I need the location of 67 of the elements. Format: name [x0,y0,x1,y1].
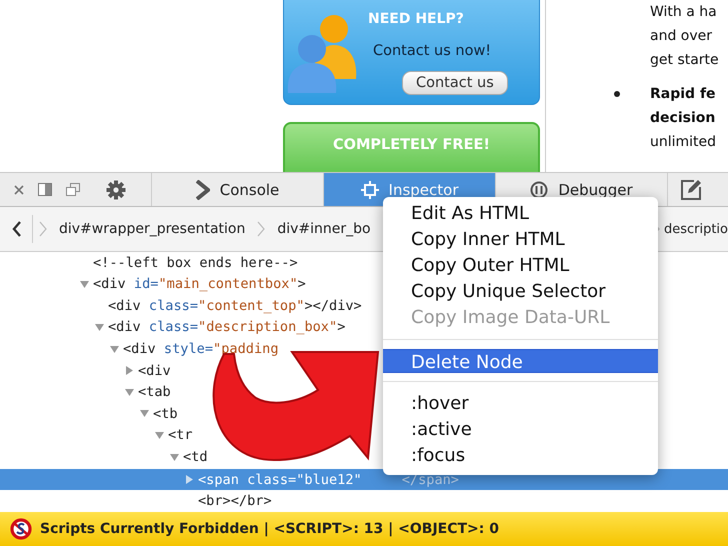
pause-icon [530,180,548,199]
node-markup: <tb [153,406,178,422]
breadcrumb[interactable]: div#wrapper_presentation [47,221,258,238]
node-markup: <div style="padding [123,341,279,358]
tree-node[interactable]: <br></br> [0,490,276,512]
menu-item[interactable]: Copy Outer HTML [383,253,658,279]
collapsed-triangle-icon[interactable] [185,475,194,484]
crosshair-icon [360,180,379,199]
closing-tag: </span> [402,472,459,488]
windows-icon[interactable] [66,183,80,196]
breadcrumb[interactable]: descriptio [660,222,728,237]
article-text: Rapid fe [650,85,717,104]
chevron-icon [196,180,210,200]
tree-node[interactable]: <div class="description_box"> [0,316,350,338]
tree-node[interactable]: <td [0,446,212,468]
tree-node[interactable]: <div style="padding [0,338,283,360]
breadcrumb[interactable]: div#inner_bo [265,221,383,238]
chevron-icon [39,221,47,238]
dock-side-icon[interactable] [38,183,52,196]
article-text: unlimited [650,133,718,152]
free-banner: COMPLETELY FREE! [283,122,540,172]
tree-node[interactable]: <tb [0,403,182,425]
settings-icon[interactable] [106,180,126,200]
expanded-triangle-icon[interactable] [125,388,134,397]
tree-node[interactable]: <tab [0,381,175,404]
chevron-icon [257,221,266,238]
tree-node[interactable]: <div [0,360,175,382]
tree-node[interactable]: <!--left box ends here--> [0,252,302,274]
article-text: get starte [650,51,720,70]
close-icon[interactable] [14,184,24,195]
menu-item[interactable]: :active [383,417,658,443]
contact-button[interactable]: Contact us [402,71,508,95]
node-markup: <div class="content_top"></div> [108,298,362,314]
expanded-triangle-icon[interactable] [110,344,119,354]
node-markup: <br></br> [198,493,272,510]
expanded-triangle-icon[interactable] [80,280,89,289]
node-markup: <!--left box ends here--> [93,254,298,271]
bullet-icon [614,91,620,97]
node-markup: <div [138,362,171,379]
help-title: NEED HELP? [368,11,464,27]
menu-item[interactable]: :focus [383,443,658,469]
node-markup: <td [183,449,208,466]
node-markup: <div class="description_box"> [108,319,346,336]
expanded-triangle-icon[interactable] [140,409,149,418]
tree-node[interactable]: <div id="main_contentbox"> [0,273,310,296]
expanded-triangle-icon[interactable] [95,322,104,332]
article-text: and over [650,27,714,46]
help-text: Contact us now! [373,43,492,59]
article-text: decision [650,109,716,128]
status-text: Scripts Currently Forbidden | <SCRIPT>: 13 | <OBJECT>: 0 [40,521,499,537]
tree-node[interactable]: <tr [0,424,197,446]
menu-item[interactable]: Copy Unique Selector [383,279,658,305]
expanded-triangle-icon[interactable] [170,452,179,462]
node-markup: <div id="main_contentbox"> [93,276,306,292]
node-markup: <span class="blue12" [198,472,362,488]
edit-icon[interactable] [680,178,702,201]
back-icon[interactable] [12,221,22,238]
no-scripts-icon[interactable] [10,518,32,540]
menu-item[interactable]: Delete Node [383,349,658,373]
collapsed-triangle-icon[interactable] [125,366,134,376]
node-markup: <tr [168,427,193,444]
article-text: With a ha [650,3,718,22]
node-markup: <tab [138,384,171,400]
expanded-triangle-icon[interactable] [155,430,164,440]
menu-item[interactable]: :hover [383,391,658,417]
menu-item[interactable]: Copy Inner HTML [383,227,658,253]
tree-node[interactable]: <div class="content_top"></div> [0,295,366,317]
